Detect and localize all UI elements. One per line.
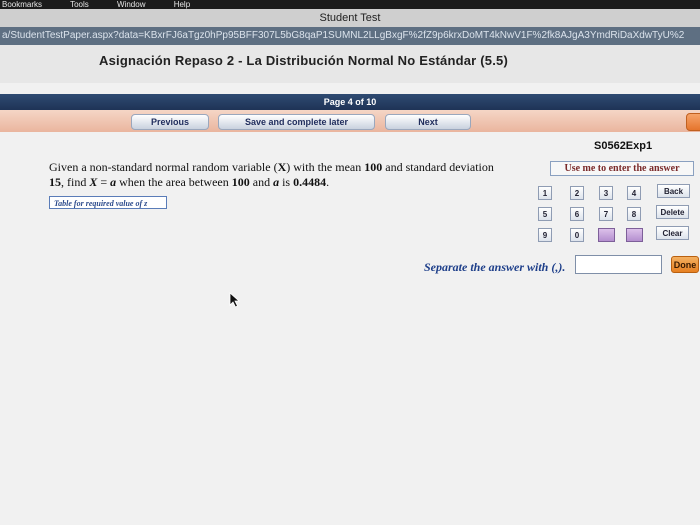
key-4[interactable]: 4 [627,186,641,200]
clear-button[interactable]: Clear [656,226,689,240]
window-titlebar: Student Test [0,9,700,27]
key-1[interactable]: 1 [538,186,552,200]
delete-button[interactable]: Delete [656,205,689,219]
page-indicator: Page 4 of 10 [323,97,377,107]
mouse-pointer-icon [229,292,241,308]
done-button[interactable]: Done [671,256,699,273]
next-button[interactable]: Next [385,114,471,130]
z-table-link[interactable]: Table for required value of z [49,196,167,209]
answer-instructions: Separate the answer with (,). [424,260,566,274]
key-0[interactable]: 0 [570,228,584,242]
key-blank-2[interactable] [626,228,643,242]
question-id: S0562Exp1 [594,140,653,152]
key-blank-1[interactable] [598,228,615,242]
question-text: Given a non-standard normal random varia… [49,160,494,189]
window-title: Student Test [319,12,381,24]
finish-button[interactable] [686,113,700,131]
menu-window[interactable]: Window [117,0,145,9]
key-7[interactable]: 7 [599,207,613,221]
answer-input[interactable] [575,255,662,274]
keypad-header: Use me to enter the answer [550,161,694,176]
page-indicator-bar: Page 4 of 10 [0,94,700,110]
key-3[interactable]: 3 [599,186,613,200]
menu-help[interactable]: Help [174,0,190,9]
menu-tools[interactable]: Tools [70,0,89,9]
os-menubar: Bookmarks Tools Window Help [0,0,700,9]
key-6[interactable]: 6 [570,207,584,221]
address-bar[interactable]: a/StudentTestPaper.aspx?data=KBxrFJ6aTgz… [0,27,700,45]
question-area: Given a non-standard normal random varia… [0,132,700,525]
key-5[interactable]: 5 [538,207,552,221]
menu-bookmarks[interactable]: Bookmarks [2,0,42,9]
save-later-button[interactable]: Save and complete later [218,114,375,130]
url-text: a/StudentTestPaper.aspx?data=KBxrFJ6aTgz… [2,30,685,41]
key-9[interactable]: 9 [538,228,552,242]
key-8[interactable]: 8 [627,207,641,221]
previous-button[interactable]: Previous [131,114,209,130]
back-button[interactable]: Back [657,184,690,198]
assignment-title: Asignación Repaso 2 - La Distribución No… [99,53,508,68]
navigation-row: Previous Save and complete later Next [0,110,700,132]
assignment-header: Asignación Repaso 2 - La Distribución No… [0,45,700,83]
key-2[interactable]: 2 [570,186,584,200]
